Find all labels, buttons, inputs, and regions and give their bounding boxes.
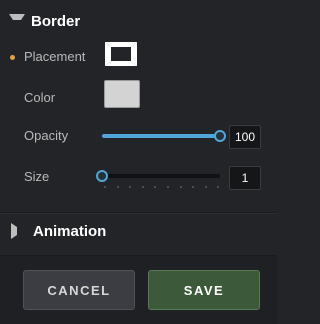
animation-section-title: Animation [33,222,107,240]
slider-tick-mark [204,186,207,188]
slider-tick-mark [116,186,119,188]
placement-row: Placement [0,39,277,75]
slider-tick-mark [129,186,132,188]
color-row: Color [0,80,277,116]
slider-tick-mark [167,186,169,188]
border-color-swatch[interactable] [104,80,140,108]
size-label: Size [24,169,50,184]
opacity-label: Opacity [24,128,69,143]
opacity-value-input[interactable]: 100 [229,125,261,149]
size-slider-handle[interactable] [96,170,108,182]
chevron-right-icon [11,223,25,239]
size-slider-track[interactable] [102,174,220,178]
animation-section-header[interactable]: Animation [0,216,277,246]
opacity-slider-fill [102,134,220,138]
color-label: Color [24,90,56,105]
border-section-title: Border [31,12,81,30]
slider-tick-mark [192,186,195,188]
opacity-slider-handle[interactable] [214,130,226,142]
section-divider-highlight [0,213,277,214]
placement-label: Placement [24,49,86,64]
border-section-header[interactable]: Border [0,6,277,36]
border-placement-icon[interactable] [103,40,139,68]
border-settings-panel: Border Placement Color Opacity 100 Size … [0,0,277,324]
size-value-input[interactable]: 1 [229,166,261,190]
slider-tick-mark [141,186,144,188]
slider-tick-mark [154,186,157,188]
modified-indicator-dot [10,55,15,60]
chevron-down-icon [9,14,25,28]
opacity-slider-track[interactable] [102,134,220,138]
save-button[interactable]: SAVE [148,270,260,310]
cancel-button[interactable]: CANCEL [23,270,135,310]
dialog-footer: CANCEL SAVE [0,256,277,324]
slider-tick-mark [179,186,182,188]
slider-tick-mark [217,186,220,188]
size-slider-ticks [104,186,224,190]
slider-tick-mark [104,186,106,188]
